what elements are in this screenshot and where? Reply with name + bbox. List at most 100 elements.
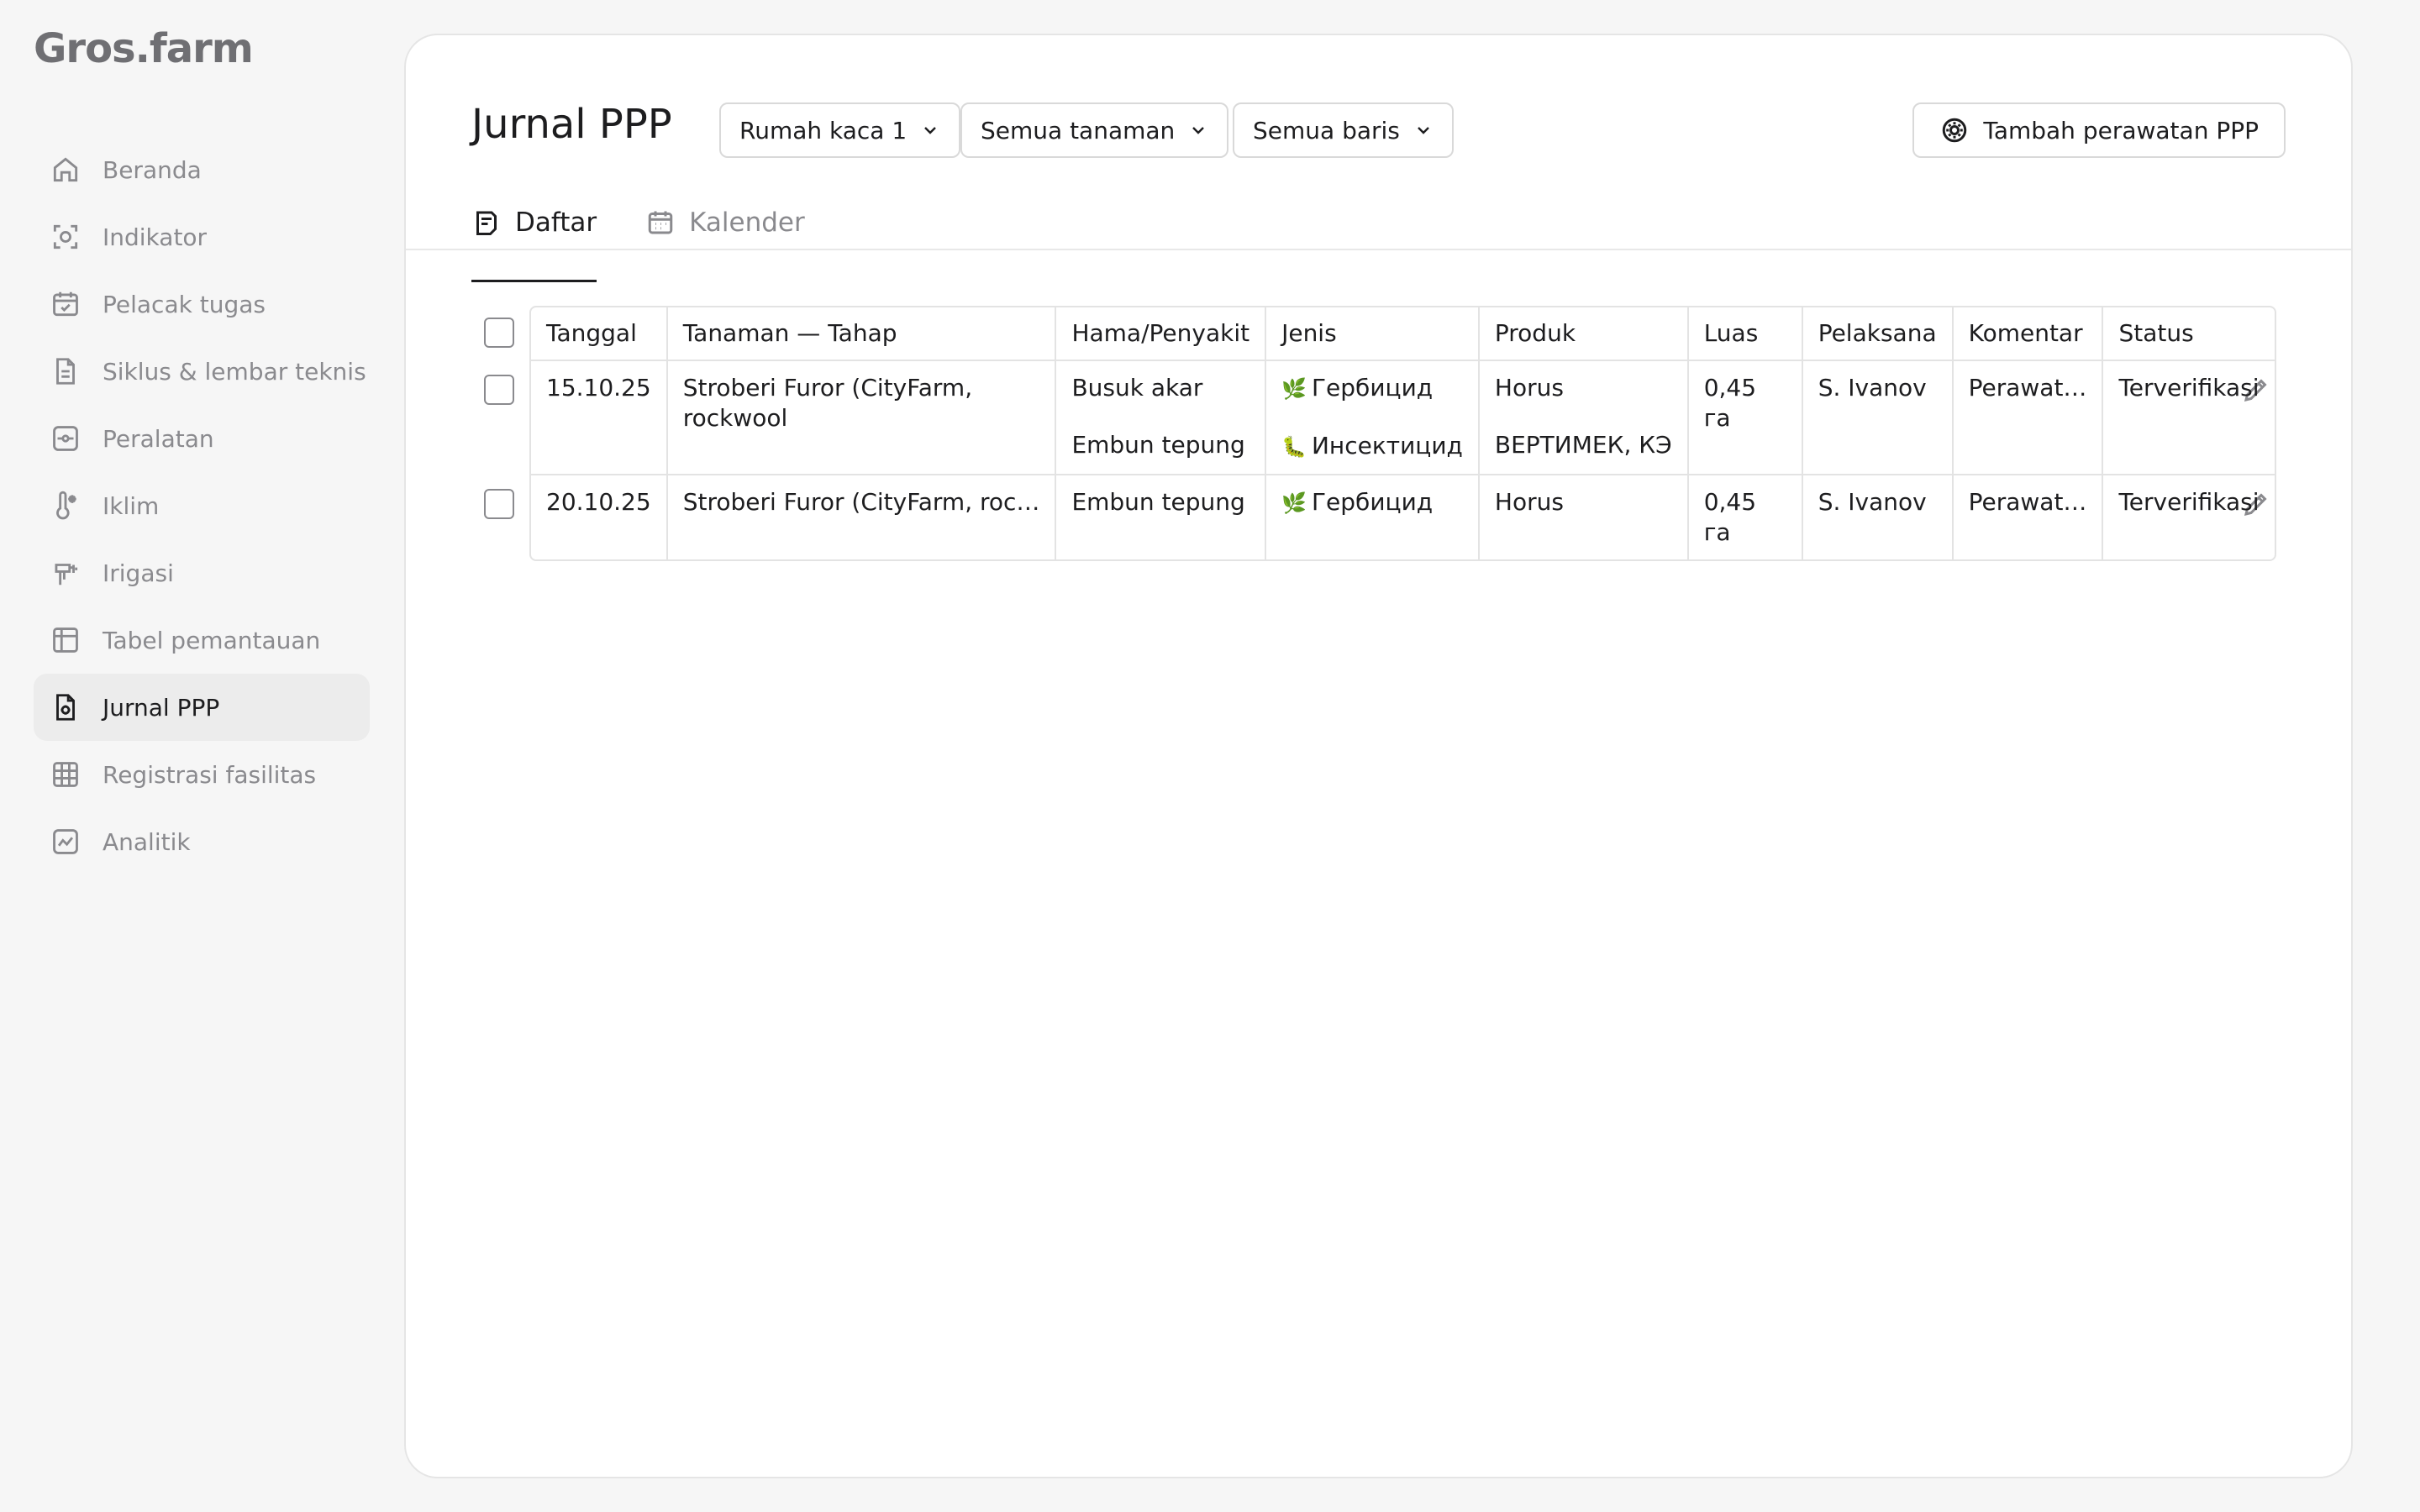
cell-executor: S. Ivanov (1803, 475, 1954, 559)
sidebar-item-label: Registrasi fasilitas (103, 760, 317, 789)
pest-item: Embun tepung (1071, 488, 1245, 516)
cell-pest: Embun tepung (1056, 475, 1267, 559)
document-icon (49, 354, 82, 388)
sidebar-item-jurnal-ppp[interactable]: Jurnal PPP (34, 674, 370, 741)
tab-list[interactable]: Daftar (471, 195, 597, 282)
cell-date: 15.10.25 (531, 361, 668, 475)
col-pest-header[interactable]: Hama/Penyakit (1056, 307, 1267, 361)
col-executor-header[interactable]: Pelaksana (1802, 307, 1954, 361)
sidebar-item-label: Jurnal PPP (103, 693, 220, 722)
col-type-header[interactable]: Jenis (1266, 307, 1480, 361)
cell-date: 20.10.25 (531, 475, 668, 559)
sidebar-item-iklim[interactable]: Iklim (34, 472, 370, 539)
ppp-table: Tanggal Tanaman — Tahap Hama/Penyakit Je… (529, 306, 2276, 561)
chevron-down-icon (924, 127, 937, 134)
tab-list-label: Daftar (515, 207, 597, 238)
col-status-header[interactable]: Status (2103, 307, 2275, 361)
product-item: Horus (1494, 488, 1564, 516)
cell-type: 🌿 Гербицид (1266, 475, 1480, 559)
herbicide-icon: 🌿 (1281, 377, 1307, 401)
sidebar-item-label: Irigasi (103, 559, 174, 587)
cell-comment: Perawat… (1954, 475, 2104, 559)
tab-calendar[interactable]: Kalender (645, 195, 805, 250)
add-ppp-treatment-button[interactable]: Tambah perawatan PPP (1912, 102, 2286, 158)
gear-plus-icon (1943, 118, 1967, 143)
col-area-header[interactable]: Luas (1688, 307, 1803, 361)
type-label: Гербицид (1311, 488, 1434, 516)
app-logo[interactable]: Gros.farm (34, 25, 254, 72)
home-icon (49, 153, 82, 186)
table-row[interactable]: 15.10.25 Stroberi Furor (CityFarm, rockw… (531, 361, 2275, 475)
sidebar-item-label: Tabel pemantauan (103, 626, 321, 654)
ppp-journal-icon (49, 690, 82, 724)
sidebar-item-indikator[interactable]: Indikator (34, 203, 370, 270)
sidebar-item-label: Pelacak tugas (103, 290, 266, 318)
table-header-row: Tanggal Tanaman — Tahap Hama/Penyakit Je… (531, 307, 2275, 361)
row-checkbox[interactable] (484, 489, 514, 519)
sidebar-item-irigasi[interactable]: Irigasi (34, 539, 370, 606)
cell-product: Horus (1480, 475, 1689, 559)
sidebar-item-siklus[interactable]: Siklus & lembar teknis (34, 338, 370, 405)
list-icon (476, 211, 497, 235)
pest-item: Embun tepung (1071, 431, 1245, 459)
chart-icon (49, 825, 82, 858)
cell-area: 0,45 га (1688, 361, 1803, 475)
product-item: Horus (1494, 374, 1564, 402)
tab-calendar-label: Kalender (689, 207, 805, 238)
type-item: 🌿 Гербицид (1281, 487, 1463, 518)
cell-area: 0,45 га (1689, 475, 1803, 559)
plants-select-value: Semua tanaman (981, 116, 1176, 144)
sidebar-item-registrasi-fasilitas[interactable]: Registrasi fasilitas (34, 741, 370, 808)
sensor-icon (49, 220, 82, 254)
type-item: 🌿 Гербицид (1281, 373, 1463, 404)
cell-product: Horus ВЕРТИМЕК, КЭ (1479, 361, 1689, 475)
cell-status: Terverifikasi (2103, 361, 2275, 475)
col-plant-stage-header[interactable]: Tanaman — Tahap (667, 307, 1057, 361)
cell-plant-stage-wrap: Stroberi Furor (CityFarm, rockwool (667, 361, 1057, 475)
col-date-header[interactable]: Tanggal (531, 307, 668, 361)
cell-status: Terverifikasi (2118, 488, 2260, 516)
sidebar-item-label: Siklus & lembar teknis (103, 357, 366, 386)
thermometer-icon (49, 489, 82, 522)
sidebar-item-label: Indikator (103, 223, 208, 251)
tabs-divider (406, 249, 2351, 250)
irrigation-icon (49, 556, 82, 590)
cell-plant-stage-wrap: Stroberi Furor (CityFarm, roc… (668, 475, 1057, 559)
grid-icon (49, 758, 82, 791)
plants-select[interactable]: Semua tanaman (960, 102, 1229, 158)
sidebar-item-peralatan[interactable]: Peralatan (34, 405, 370, 472)
table-row[interactable]: 20.10.25 Stroberi Furor (CityFarm, roc… … (531, 475, 2275, 559)
cell-comment: Perawat… (1953, 361, 2104, 475)
sidebar-item-tabel-pemantauan[interactable]: Tabel pemantauan (34, 606, 370, 674)
calendar-check-icon (49, 287, 82, 321)
sidebar-item-label: Analitik (103, 827, 191, 856)
greenhouse-select[interactable]: Rumah kaca 1 (719, 102, 961, 158)
insecticide-icon: 🐛 (1281, 435, 1307, 459)
rows-select-value: Semua baris (1253, 116, 1400, 144)
row-checkbox[interactable] (484, 375, 514, 405)
type-item: 🐛 Инсектицид (1281, 431, 1463, 462)
sidebar-item-analitik[interactable]: Analitik (34, 808, 370, 875)
product-item: ВЕРТИМЕК, КЭ (1494, 431, 1672, 459)
table-icon (49, 623, 82, 657)
add-ppp-treatment-label: Tambah perawatan PPP (1983, 116, 2259, 144)
sidebar-item-label: Beranda (103, 155, 202, 184)
type-label: Гербицид (1311, 374, 1434, 402)
cell-pest: Busuk akar Embun tepung (1056, 361, 1267, 475)
select-all-checkbox[interactable] (484, 318, 514, 348)
page-title: Jurnal PPP (471, 101, 672, 148)
view-tabs: Daftar Kalender (471, 195, 854, 284)
col-product-header[interactable]: Produk (1479, 307, 1689, 361)
cell-plant-stage: Stroberi Furor (CityFarm, roc… (682, 488, 1040, 516)
col-comment-header[interactable]: Komentar (1953, 307, 2104, 361)
main-panel: Jurnal PPP Rumah kaca 1 Semua tanaman Se… (404, 34, 2353, 1478)
sidebar-item-beranda[interactable]: Beranda (34, 136, 370, 203)
chevron-down-icon (1418, 127, 1429, 134)
rows-select[interactable]: Semua baris (1233, 102, 1454, 158)
sidebar-item-label: Iklim (103, 491, 160, 520)
sidebar-item-pelacak-tugas[interactable]: Pelacak tugas (34, 270, 370, 338)
greenhouse-select-value: Rumah kaca 1 (739, 116, 908, 144)
equipment-icon (49, 422, 82, 455)
pest-item: Busuk akar (1071, 374, 1203, 402)
cell-plant-stage: Stroberi Furor (CityFarm, rockwool (682, 374, 973, 432)
